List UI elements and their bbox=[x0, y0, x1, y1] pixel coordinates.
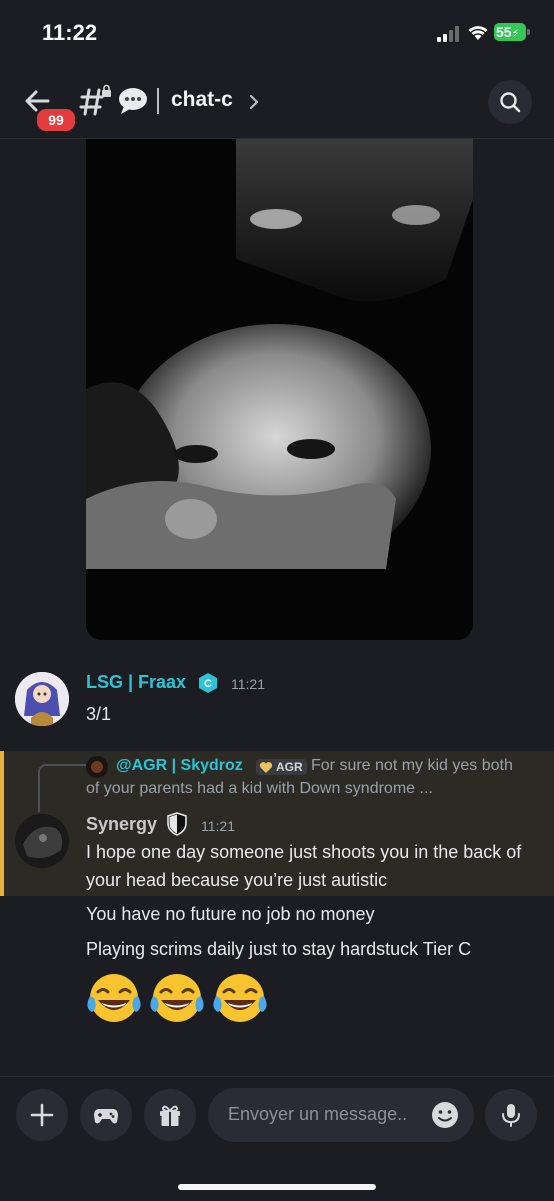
author-name[interactable]: LSG | Fraax bbox=[86, 672, 186, 693]
author-name-text[interactable]: Synergy bbox=[86, 814, 157, 834]
laughing-tears-emoji-icon bbox=[87, 974, 141, 1022]
author-name[interactable]: Synergy bbox=[86, 814, 157, 835]
message-text: Playing scrims daily just to stay hardst… bbox=[86, 939, 472, 959]
gift-icon bbox=[160, 1105, 180, 1126]
guild-tag-label: AGR bbox=[276, 760, 303, 774]
add-attachment-button[interactable] bbox=[16, 1089, 68, 1141]
header-separator bbox=[157, 88, 159, 114]
voice-message-button[interactable] bbox=[485, 1089, 537, 1141]
message-input[interactable]: Envoyer un message.. bbox=[208, 1088, 474, 1142]
reply-author[interactable]: @AGR | Skydroz bbox=[116, 757, 243, 775]
reply-avatar bbox=[86, 756, 108, 778]
chat-bubble-icon bbox=[119, 88, 147, 114]
dark-avatar-image bbox=[15, 814, 69, 868]
message-text: You have no future no job no money bbox=[86, 904, 375, 924]
plus-icon bbox=[30, 1103, 54, 1127]
emoji-picker-icon[interactable] bbox=[430, 1100, 460, 1130]
gift-button[interactable] bbox=[144, 1089, 196, 1141]
battery-nub bbox=[527, 29, 530, 35]
unread-badge: 99 bbox=[35, 107, 77, 133]
clan-tag-icon: C bbox=[199, 673, 217, 693]
mention-highlight-bar bbox=[0, 751, 4, 896]
attachment-photo bbox=[86, 139, 473, 640]
status-bar: 11:22 55⚡ bbox=[0, 0, 554, 62]
home-indicator[interactable] bbox=[178, 1184, 376, 1190]
channel-name[interactable]: chat-c bbox=[171, 88, 233, 112]
reply-preview-continued[interactable]: of your parents had a kid with Down synd… bbox=[86, 780, 433, 798]
avatar[interactable] bbox=[15, 814, 69, 868]
activities-button[interactable] bbox=[80, 1089, 132, 1141]
message-input-placeholder: Envoyer un message.. bbox=[228, 1104, 408, 1124]
battery-indicator: 55⚡ bbox=[494, 21, 534, 43]
image-attachment[interactable] bbox=[86, 139, 473, 640]
search-button[interactable] bbox=[488, 80, 532, 124]
reply-avatar-image bbox=[86, 756, 108, 778]
chevron-right-icon[interactable] bbox=[248, 93, 260, 111]
guild-tag: AGR bbox=[256, 759, 307, 775]
cellular-signal-icon bbox=[437, 26, 459, 42]
heart-icon bbox=[259, 762, 273, 773]
anime-avatar-image bbox=[15, 672, 69, 726]
locked-channel-icon bbox=[79, 84, 111, 116]
message-text: I hope one day someone just shoots you i… bbox=[86, 842, 522, 890]
clock: 11:22 bbox=[42, 20, 98, 45]
avatar[interactable] bbox=[15, 672, 69, 726]
battery-level: 55⚡ bbox=[494, 23, 526, 41]
reply-tag: AGR bbox=[256, 758, 307, 776]
shield-icon bbox=[167, 812, 187, 836]
laughing-tears-emoji-icon bbox=[150, 974, 204, 1022]
message-timestamp: 11:21 bbox=[201, 818, 235, 834]
search-icon bbox=[500, 92, 521, 113]
microphone-icon bbox=[502, 1104, 520, 1127]
message-text: 3/1 bbox=[86, 704, 112, 724]
game-controller-icon bbox=[94, 1109, 118, 1124]
reply-preview[interactable]: For sure not my kid yes both bbox=[311, 757, 513, 775]
reply-connector bbox=[38, 764, 86, 812]
laughing-tears-emoji-icon bbox=[213, 974, 267, 1022]
message-timestamp: 11:21 bbox=[231, 676, 265, 692]
emoji-message bbox=[86, 970, 286, 1030]
wifi-icon bbox=[468, 26, 488, 40]
svg-text:C: C bbox=[204, 678, 212, 690]
